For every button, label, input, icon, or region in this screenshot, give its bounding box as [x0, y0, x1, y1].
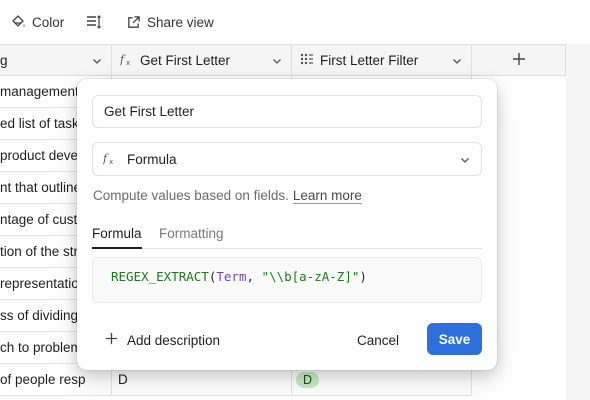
formula-icon: fx	[102, 151, 117, 168]
tab-formula[interactable]: Formula	[92, 226, 142, 249]
option-pill: D	[296, 371, 320, 388]
column-header-label: First Letter Filter	[320, 53, 419, 68]
column-header-label: g	[0, 53, 8, 68]
tab-formatting[interactable]: Formatting	[159, 226, 224, 248]
chevron-down-icon	[459, 154, 471, 169]
row-height-icon	[86, 14, 102, 30]
view-toolbar: Color Share view	[0, 0, 590, 44]
plus-icon	[105, 332, 118, 348]
column-header-1[interactable]: g	[0, 45, 112, 76]
row-height-button[interactable]	[86, 11, 102, 33]
multiple-select-icon	[300, 52, 314, 69]
chevron-down-icon[interactable]	[271, 55, 283, 70]
add-description-label: Add description	[127, 332, 221, 348]
config-tabs: Formula Formatting	[92, 226, 482, 249]
formula-separator: ,	[246, 269, 262, 284]
field-type-description: Compute values based on fields. Learn mor…	[93, 188, 362, 204]
paint-bucket-icon	[10, 14, 26, 30]
formula-paren-close: )	[359, 269, 367, 284]
grid-filler	[566, 44, 590, 400]
svg-text:x: x	[109, 158, 113, 165]
save-button[interactable]: Save	[427, 323, 482, 355]
plus-icon	[512, 52, 526, 69]
cancel-button[interactable]: Cancel	[357, 330, 399, 350]
column-header-get-first-letter[interactable]: fx Get First Letter	[112, 45, 292, 76]
color-button[interactable]: Color	[10, 11, 64, 33]
color-label: Color	[32, 14, 65, 30]
field-name-input[interactable]	[92, 95, 482, 128]
field-type-select[interactable]: fx Formula	[92, 142, 482, 176]
formula-editor[interactable]: REGEX_EXTRACT(Term, "\\b[a-zA-Z]")	[92, 257, 482, 303]
share-view-label: Share view	[147, 14, 214, 30]
share-view-button[interactable]: Share view	[126, 11, 214, 33]
chevron-down-icon[interactable]	[451, 55, 463, 70]
grid-header: g fx Get First Letter First Letter Filte…	[0, 44, 566, 76]
svg-text:x: x	[126, 59, 130, 66]
learn-more-link[interactable]: Learn more	[292, 188, 362, 204]
column-header-first-letter-filter[interactable]: First Letter Filter	[292, 45, 472, 76]
formula-icon: fx	[119, 52, 134, 69]
formula-string: "\\b[a-zA-Z]"	[261, 269, 360, 284]
add-field-button[interactable]	[472, 45, 566, 76]
formula-function: REGEX_EXTRACT	[111, 269, 209, 284]
field-type-label: Formula	[127, 151, 177, 167]
column-header-label: Get First Letter	[140, 53, 231, 68]
share-icon	[126, 15, 141, 30]
add-description-button[interactable]: Add description	[105, 330, 220, 350]
formula-field-ref: Term	[216, 269, 247, 284]
field-config-dialog: fx Formula Compute values based on field…	[77, 79, 497, 370]
chevron-down-icon[interactable]	[91, 55, 103, 70]
description-text: Compute values based on fields.	[93, 188, 289, 203]
